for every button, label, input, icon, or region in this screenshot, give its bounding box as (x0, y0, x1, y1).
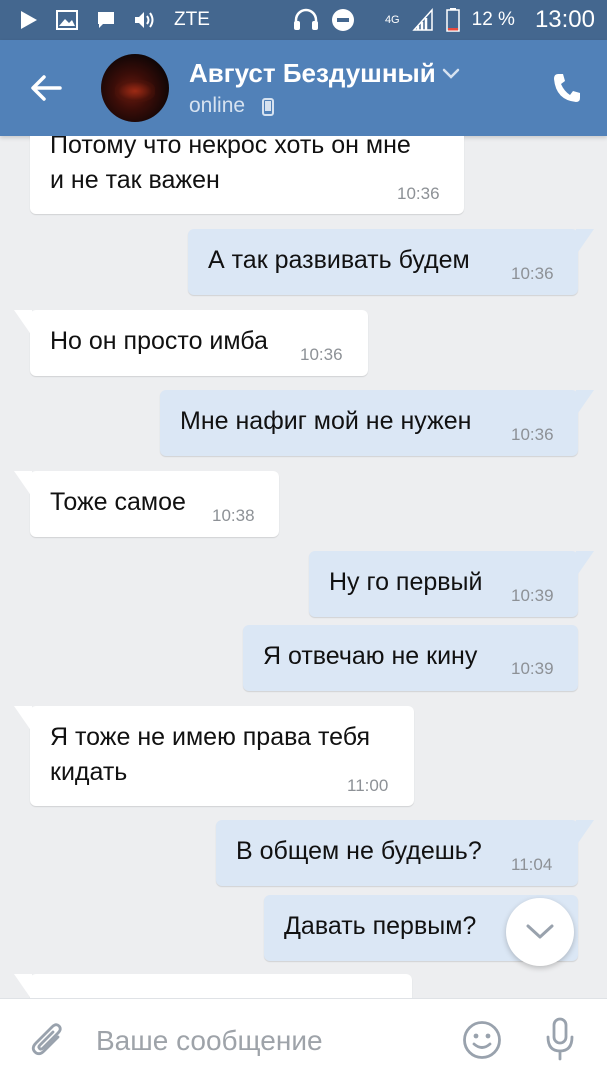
message-text: Давать первым? (284, 912, 477, 940)
smiley-icon[interactable] (462, 1020, 502, 1060)
contact-name[interactable]: Август Бездушный (189, 58, 436, 89)
outgoing-message[interactable]: Ну го первый 10:39 (309, 551, 578, 617)
outgoing-message[interactable]: А так развивать будем 10:36 (188, 229, 578, 295)
message-time: 11:00 (347, 776, 389, 795)
phone-icon[interactable] (552, 72, 582, 104)
incoming-message[interactable]: Но он просто имба 10:36 (30, 310, 368, 376)
message-text: Я отвечаю не кину (263, 642, 478, 670)
signal-icon (411, 8, 433, 31)
bubble-tail (14, 974, 32, 998)
battery-icon (445, 8, 460, 32)
message-text: Тоже самое (50, 488, 186, 516)
message-input[interactable] (96, 1019, 436, 1063)
message-time: 10:36 (511, 264, 554, 283)
message-text: Но он просто имба (50, 327, 268, 355)
arrow-left-icon[interactable] (26, 70, 66, 106)
chevron-down-icon[interactable] (442, 68, 460, 80)
message-time: 11:04 (511, 855, 553, 874)
message-text: Мне нафиг мой не нужен (180, 407, 472, 435)
mobile-device-icon (262, 98, 274, 116)
bubble-tail (576, 551, 594, 577)
contact-status: online (189, 94, 246, 117)
scroll-down-button[interactable] (506, 898, 574, 966)
outgoing-message[interactable]: В общем не будешь? 11:04 (216, 820, 578, 886)
message-text: В общем не будешь? (236, 837, 482, 865)
bubble-tail (576, 390, 594, 416)
incoming-message[interactable] (30, 974, 412, 998)
bubble-tail (14, 471, 32, 497)
play-icon (21, 11, 37, 29)
message-time: 10:36 (300, 345, 343, 364)
message-time: 10:38 (212, 506, 255, 525)
chevron-down-icon (526, 924, 554, 939)
message-time: 10:36 (511, 425, 554, 444)
bubble-tail (14, 706, 32, 732)
incoming-message[interactable]: Потому что некрос хоть он мне и не так в… (30, 136, 464, 214)
message-icon (98, 12, 114, 28)
paperclip-icon[interactable] (30, 1021, 66, 1061)
avatar[interactable] (101, 54, 169, 122)
bubble-tail (576, 820, 594, 846)
message-text: А так развивать будем (208, 246, 470, 274)
incoming-message[interactable]: Тоже самое 10:38 (30, 471, 279, 537)
message-time: 10:39 (511, 659, 554, 678)
message-time: 10:36 (397, 184, 440, 203)
message-text: Потому что некрос хоть он мне и не так в… (50, 136, 411, 194)
outgoing-message[interactable]: Мне нафиг мой не нужен 10:36 (160, 390, 578, 456)
chat-header: Август Бездушный online (0, 40, 607, 136)
image-icon (56, 10, 78, 30)
carrier-label: ZTE (174, 9, 210, 30)
volume-icon (135, 12, 154, 28)
message-time: 10:39 (511, 586, 554, 605)
microphone-icon[interactable] (545, 1017, 575, 1063)
outgoing-message[interactable]: Я отвечаю не кину 10:39 (243, 625, 578, 691)
message-text: Ну го первый (329, 568, 483, 596)
bubble-tail (576, 229, 594, 255)
network-type-label: 4G (384, 14, 400, 26)
battery-label: 12 % (471, 9, 515, 30)
message-composer (0, 998, 607, 1080)
clock-label: 13:00 (534, 6, 595, 33)
message-text: Я тоже не имею права тебя кидать (50, 723, 371, 786)
message-list[interactable]: Потому что некрос хоть он мне и не так в… (0, 136, 607, 998)
status-bar: ZTE 4G 12 % 13:00 (0, 0, 607, 40)
do-not-disturb-icon (331, 9, 354, 31)
incoming-message[interactable]: Я тоже не имею права тебя кидать 11:00 (30, 706, 414, 806)
bubble-tail (14, 310, 32, 336)
headset-icon (293, 8, 318, 30)
